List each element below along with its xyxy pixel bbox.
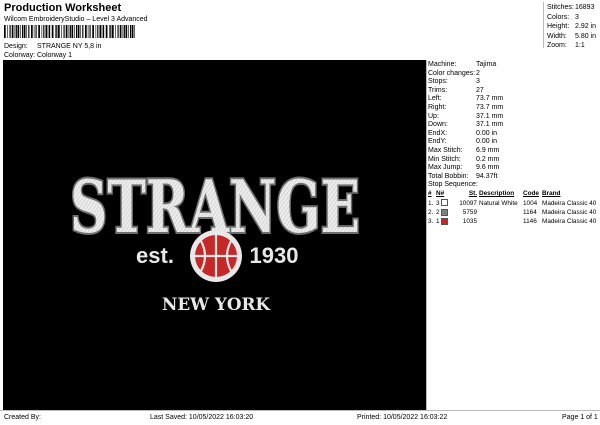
row-stitches: 10097 — [459, 199, 477, 207]
col-index: # — [428, 190, 432, 198]
year-text: 1930 — [250, 243, 299, 268]
machine-info-row: Down: 37.1 mm — [428, 120, 598, 129]
top-stats: Stitches: 16893 Colors: 3 Height: 2.92 in W… — [545, 3, 599, 51]
machine-info-row: Stops: 3 — [428, 77, 598, 86]
panel-divider — [426, 60, 427, 410]
stop-sequence-row: 2. 2 5759 1164 Madeira Classic 40 — [428, 208, 598, 217]
row-description — [479, 208, 523, 217]
col-code: Code — [523, 190, 539, 198]
machine-info-row: EndX: 0.00 in — [428, 129, 598, 138]
design-label: Design: — [4, 43, 28, 50]
new-york-text: NEW YORK — [162, 295, 271, 315]
stop-sequence-row: 3. 1 1035 1146 Madeira Classic 40 — [428, 217, 598, 226]
stat-colors: Colors: 3 — [547, 13, 579, 21]
thread-swatch — [441, 218, 449, 226]
stop-sequence-row: 1. 3 10097 Natural White 1004 Madeira Classi… — [428, 198, 598, 207]
machine-info-panel: Machine: Tajima Color changes: 2 Stops: 3 Trim… — [428, 60, 598, 226]
embroidery-art: STRANGE est. 1930 NEW YORK — [68, 162, 362, 315]
stat-zoom: Zoom: 1:1 — [547, 42, 585, 49]
worksheet-title: Production Worksheet — [4, 2, 122, 14]
colorway-value: Colorway 1 — [37, 52, 73, 59]
stat-stitches: Stitches: 16893 — [547, 4, 595, 11]
row-index: 3. — [428, 218, 434, 226]
row-code: 1004 — [523, 199, 538, 207]
machine-info-row: Machine: Tajima — [428, 60, 598, 69]
stat-width: Width: 5.80 in — [547, 32, 597, 40]
machine-info-row: Min Stitch: 0.2 mm — [428, 155, 598, 164]
row-index: 1. — [428, 199, 434, 207]
row-stitches: 1035 — [462, 218, 477, 226]
stat-height: Height: 2.92 in — [547, 23, 597, 30]
stop-sequence-header: # N# St. Description Code Brand — [428, 189, 598, 198]
machine-info-row: Trims: 27 — [428, 86, 598, 95]
row-brand: Madeira Classic 40 — [542, 218, 597, 226]
row-description — [479, 217, 523, 226]
design-preview: STRANGE est. 1930 NEW YORK — [3, 60, 426, 410]
row-needle: 1 — [436, 217, 453, 226]
stop-sequence-table: # N# St. Description Code Brand 1. 3 1009… — [428, 189, 598, 226]
row-index: 2. — [428, 208, 434, 216]
col-needle: N# — [436, 190, 445, 198]
stats-divider — [543, 2, 544, 48]
design-value: STRANGE NY 5,8 in — [37, 43, 102, 50]
printed-date: Printed: 10/05/2022 16:03:22 — [357, 414, 448, 421]
page-number: Page 1 of 1 — [562, 414, 598, 421]
row-code: 1164 — [523, 208, 537, 216]
thread-swatch — [441, 199, 449, 207]
machine-info-row: Color changes: 2 — [428, 69, 598, 78]
machine-info-row: Right: 73.7 mm — [428, 103, 598, 112]
row-brand: Madeira Classic 40 — [542, 208, 597, 216]
footer-bar — [0, 410, 600, 425]
row-description: Natural White — [479, 199, 518, 207]
row-needle: 2 — [436, 208, 453, 217]
last-saved: Last Saved: 10/05/2022 16:03:20 — [150, 414, 254, 421]
row-stitches: 5759 — [462, 208, 477, 216]
est-text: est. — [136, 243, 174, 268]
stop-sequence-title: Stop Sequence: — [428, 181, 478, 189]
col-brand: Brand — [542, 190, 561, 198]
row-needle: 3 — [436, 198, 453, 207]
machine-info-row: Max Stitch: 6.9 mm — [428, 146, 598, 155]
col-description: Description — [479, 190, 515, 198]
machine-info-row: Left: 73.7 mm — [428, 94, 598, 103]
colorway-label: Colorway: — [4, 52, 36, 59]
machine-info-row: EndY: 0.00 in — [428, 137, 598, 146]
basketball-icon — [190, 230, 242, 282]
created-by: Created By: — [4, 414, 41, 421]
row-brand: Madeira Classic 40 — [542, 199, 597, 207]
col-stitches: St. — [468, 190, 477, 198]
barcode — [4, 25, 135, 38]
row-code: 1146 — [523, 218, 537, 226]
software-name: Wilcom EmbroideryStudio – Level 3 Advanc… — [4, 16, 148, 23]
machine-info-row: Total Bobbin: 94.37ft — [428, 172, 598, 181]
machine-info-row: Max Jump: 9.6 mm — [428, 163, 598, 172]
machine-info-row: Up: 37.1 mm — [428, 112, 598, 121]
thread-swatch — [441, 208, 449, 216]
